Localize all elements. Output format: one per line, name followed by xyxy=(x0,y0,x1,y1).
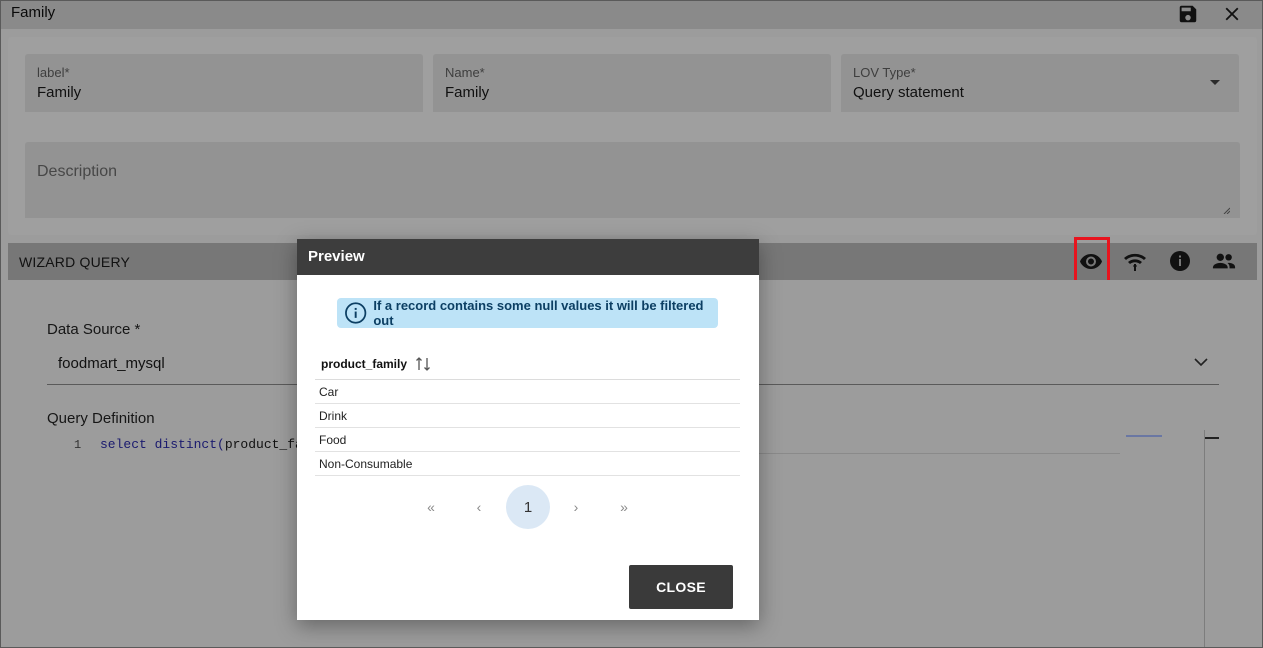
preview-table: product_family Car Drink Food Non-Consum… xyxy=(315,349,740,476)
table-row: Non-Consumable xyxy=(315,452,740,476)
label-field[interactable]: label* Family xyxy=(25,54,423,112)
column-header-label: product_family xyxy=(321,357,408,371)
top-bar: Family xyxy=(1,1,1262,29)
table-row: Car xyxy=(315,380,740,404)
info-text: If a record contains some null values it… xyxy=(373,298,704,328)
table-row: Food xyxy=(315,428,740,452)
next-page-button[interactable]: › xyxy=(554,485,598,529)
app-frame: Family label* Family Name* Family LOV Ty… xyxy=(0,0,1263,648)
last-page-button[interactable]: » xyxy=(602,485,646,529)
window-title: Family xyxy=(11,4,56,21)
data-source-select[interactable]: foodmart_mysql xyxy=(58,355,165,372)
table-cell: Drink xyxy=(319,408,348,423)
name-field[interactable]: Name* Family xyxy=(433,54,831,112)
editor-minimap xyxy=(1126,435,1162,437)
prev-page-button[interactable]: ‹ xyxy=(457,485,501,529)
editor-divider xyxy=(748,453,1120,454)
current-page-button[interactable]: 1 xyxy=(506,485,550,529)
lov-type-select[interactable]: LOV Type* Query statement xyxy=(841,54,1239,112)
table-row: Drink xyxy=(315,404,740,428)
details-card: label* Family Name* Family LOV Type* Que… xyxy=(8,37,1257,235)
info-banner: If a record contains some null values it… xyxy=(337,298,718,328)
data-source-label: Data Source * xyxy=(47,321,141,338)
close-icon[interactable] xyxy=(1221,3,1243,25)
name-field-label: Name* xyxy=(445,65,485,80)
name-field-value: Family xyxy=(445,84,490,101)
sort-icon[interactable] xyxy=(415,356,431,372)
query-code-keyword: select distinct( xyxy=(100,437,225,452)
info-outline-icon xyxy=(345,302,367,324)
wifi-tethering-icon[interactable] xyxy=(1123,249,1147,273)
lov-type-label: LOV Type* xyxy=(853,65,916,80)
save-icon[interactable] xyxy=(1177,3,1199,25)
description-field[interactable]: Description xyxy=(25,142,1240,218)
dropdown-arrow-icon xyxy=(1210,80,1220,85)
close-button[interactable]: CLOSE xyxy=(629,565,733,609)
query-editor[interactable]: 1 select distinct(product_fam xyxy=(74,437,311,452)
dialog-title: Preview xyxy=(297,239,759,275)
label-field-value: Family xyxy=(37,84,82,101)
paginator: « ‹ 1 › » xyxy=(297,485,759,529)
profile-attributes-icon[interactable] xyxy=(1212,249,1236,273)
chevron-down-icon[interactable] xyxy=(1194,355,1208,369)
table-cell: Non-Consumable xyxy=(319,456,413,471)
column-header[interactable]: product_family xyxy=(315,349,740,380)
table-cell: Car xyxy=(319,384,339,399)
description-placeholder: Description xyxy=(37,163,118,180)
info-icon[interactable] xyxy=(1168,249,1192,273)
preview-dialog: Preview If a record contains some null v… xyxy=(297,239,759,620)
label-field-label: label* xyxy=(37,65,70,80)
editor-collapse-icon[interactable] xyxy=(1205,437,1219,439)
query-definition-label: Query Definition xyxy=(47,410,155,427)
wizard-title: WIZARD QUERY xyxy=(19,254,131,270)
table-cell: Food xyxy=(319,432,347,447)
resize-grip-icon[interactable] xyxy=(1222,206,1230,214)
first-page-button[interactable]: « xyxy=(409,485,453,529)
lov-type-value: Query statement xyxy=(853,84,964,101)
editor-scrollbar[interactable] xyxy=(1204,430,1205,647)
line-number: 1 xyxy=(74,438,82,452)
